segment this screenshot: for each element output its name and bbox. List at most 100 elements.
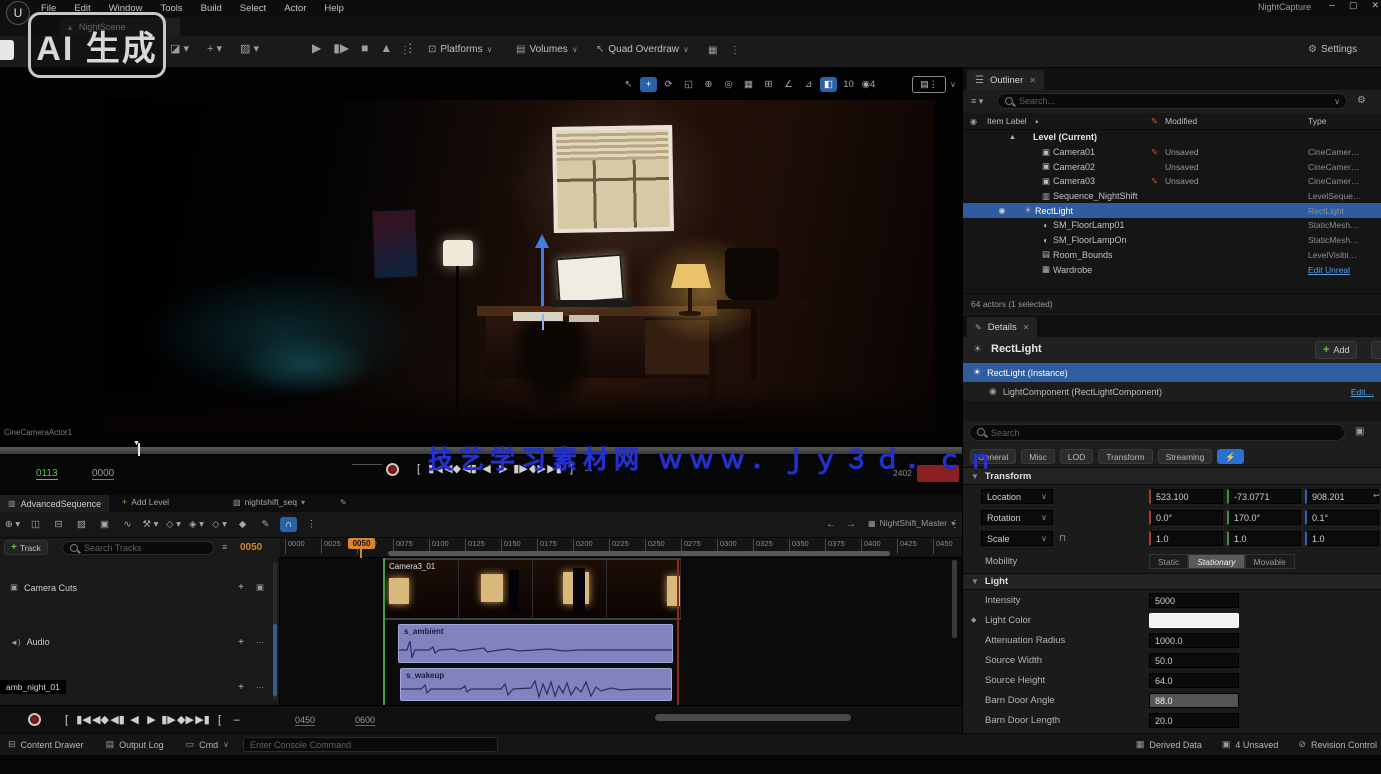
audio-clip-ambient[interactable]: s_ambient (398, 624, 673, 663)
world-space-toggle[interactable]: ⊕ (700, 77, 717, 92)
next-key-button[interactable]: ◆▶ (177, 710, 194, 730)
settings-dropdown[interactable]: ⚙ Settings (1308, 44, 1357, 55)
toolbar-kebab-1[interactable]: ⋮ (400, 45, 410, 56)
viewport[interactable]: ↖+⟳◱⊕◎▦⊞∠⊿◧10◉4 ▤⋮ ∨ (0, 68, 962, 495)
outliner-row-camera01[interactable]: ▣ Camera01 ✎ Unsaved CineCamer… (963, 145, 1381, 160)
rotation-snap-toggle[interactable]: ∠ (780, 77, 797, 92)
set-start-bracket[interactable]: [ (410, 459, 427, 479)
timeline-range-bar[interactable] (388, 551, 890, 556)
add-component-button[interactable]: + Add (1315, 341, 1357, 359)
rotation-dropdown[interactable]: Rotation∨ (981, 510, 1053, 525)
outliner-close-icon[interactable]: ✕ (1029, 76, 1036, 85)
actor-type-cell[interactable]: CineCamer… (1308, 176, 1380, 186)
key-all-button[interactable]: ◆ (234, 517, 251, 532)
layout-grid-button[interactable]: ▦ (708, 45, 717, 56)
scale-z-field[interactable]: 1.0 (1305, 531, 1379, 546)
rotation-size-button[interactable]: ⊿ (800, 77, 817, 92)
actor-type-cell[interactable]: Edit Unreal (1308, 265, 1380, 275)
component-child-row[interactable]: ◉ LightComponent (RectLightComponent) Ed… (963, 382, 1381, 401)
rotate-tool[interactable]: ⟳ (660, 77, 677, 92)
sequence-asset-dropdown[interactable]: ▨ nightshift_seq ▾ (233, 497, 305, 507)
outliner-search-input[interactable]: Search... ∨ (997, 93, 1347, 109)
keying-options-dropdown[interactable]: ◈ ▾ (188, 517, 205, 532)
mobility-movable[interactable]: Movable (1245, 554, 1295, 569)
minimize-button[interactable]: – (1329, 0, 1335, 11)
gizmo-arrowhead[interactable] (535, 234, 549, 248)
location-z-field[interactable]: 908.201 (1305, 489, 1379, 504)
eject-button[interactable]: ▲ (380, 41, 392, 55)
save-sequence-button[interactable]: ◫ (27, 517, 44, 532)
track-row-audio[interactable]: ◄) Audio + ⋯ (10, 637, 272, 647)
track-filter-icon[interactable]: ≡ (222, 542, 227, 552)
playhead-line[interactable] (360, 549, 362, 558)
play-forward-button[interactable]: ▶ (143, 710, 160, 730)
cinematics-dropdown[interactable]: ▨ ▾ (240, 42, 259, 55)
component-root-row[interactable]: ☀ RectLight (Instance) (963, 363, 1381, 382)
outliner-row-floorlamp01[interactable]: ◐ SM_FloorLamp01 StaticMesh… (963, 218, 1381, 233)
world-options-dropdown[interactable]: ⊕ ▾ (4, 517, 21, 532)
nav-forward-icon[interactable]: → (846, 519, 856, 530)
revision-control-button[interactable]: ⊘ Revision Control (1298, 739, 1377, 750)
track-row-audio-sfx[interactable]: amb_night_01 + ⋯ (0, 680, 272, 694)
actor-type-cell[interactable]: RectLight (1308, 206, 1380, 216)
modified-column[interactable]: Modified (1165, 116, 1197, 126)
track-search-input[interactable]: Search Tracks (62, 541, 214, 555)
actor-type-cell[interactable]: LevelSeque… (1308, 191, 1380, 201)
reset-location-icon[interactable]: ↩ (1373, 491, 1380, 500)
light-section-header[interactable]: ▼ Light (963, 573, 1381, 590)
details-close-icon[interactable]: ✕ (1023, 323, 1030, 332)
actor-type-cell[interactable]: StaticMesh… (1308, 220, 1380, 230)
viewport-options-button[interactable]: ▤⋮ (912, 76, 946, 93)
edit-options-button[interactable]: ✎ (257, 517, 274, 532)
outliner-settings-icon[interactable]: ⚙ (1357, 95, 1366, 106)
outliner-row-sequence[interactable]: ▥ Sequence_NightShift LevelSeque… (963, 189, 1381, 204)
frame-skip-button[interactable]: ▮▶ (333, 41, 349, 55)
details-options-button[interactable] (1371, 341, 1381, 359)
nav-back-icon[interactable]: ← (826, 519, 836, 530)
audio-options-icon[interactable]: ⋯ (256, 638, 264, 647)
track-row-camera-cuts[interactable]: ▣ Camera Cuts + ▣ (10, 582, 272, 593)
outliner-row-camera03[interactable]: ▣ Camera03 ✎ Unsaved CineCamer… (963, 174, 1381, 189)
outliner-row-floorlampon[interactable]: ◐ SM_FloorLampOn StaticMesh… (963, 233, 1381, 248)
record-button[interactable] (386, 463, 399, 476)
rename-pencil-icon[interactable]: ✎ (340, 498, 347, 507)
intensity-field[interactable]: 5000 (1149, 593, 1239, 608)
go-to-start-button[interactable]: ▮◀ (75, 710, 92, 730)
timeline-vscrollbar[interactable] (952, 560, 957, 638)
save-icon[interactable] (0, 40, 14, 60)
outliner-row-camera02[interactable]: ▣ Camera02 Unsaved CineCamer… (963, 159, 1381, 174)
camera-cuts-clip[interactable]: Camera3_01 (385, 558, 681, 620)
derived-data-button[interactable]: ▦ Derived Data (1136, 739, 1202, 750)
quick-add-dropdown[interactable]: + ▾ (207, 42, 222, 55)
outliner-row-rectlight[interactable]: ◉ ☀ RectLight RectLight (963, 203, 1381, 218)
transform-section-header[interactable]: ▼ Transform (963, 467, 1381, 485)
cmd-dropdown[interactable]: ▭ Cmd ∨ (186, 739, 229, 750)
unsaved-button[interactable]: ▣ 4 Unsaved (1222, 739, 1279, 750)
menu-help[interactable]: Help (315, 1, 353, 16)
playhead-label[interactable]: 0050 (348, 538, 375, 549)
keyframe-diamond-icon[interactable]: ◆ (971, 616, 976, 624)
surface-snap-toggle[interactable]: ◎ (720, 77, 737, 92)
camera-lock-icon[interactable]: ▣ (256, 582, 264, 593)
content-drawer-button[interactable]: ⊟ Content Drawer (8, 739, 84, 750)
scale-size-button[interactable]: 10 (840, 77, 857, 92)
filter-chip-all[interactable]: ⚡ (1217, 449, 1244, 464)
scale-y-field[interactable]: 1.0 (1227, 531, 1301, 546)
sequencer-toolbar-kebab[interactable]: ⋮ (950, 519, 960, 530)
console-command-input[interactable]: Enter Console Command (243, 737, 498, 752)
scale-dropdown[interactable]: Scale∨ (981, 531, 1053, 546)
details-search-input[interactable]: Search (969, 424, 1345, 441)
timeline-area[interactable]: Camera3_01 s_ambient s_wakeup (280, 558, 962, 705)
add-audio-icon[interactable]: + (238, 637, 244, 648)
play-reverse-button[interactable]: ◀ (126, 710, 143, 730)
render-movie-button[interactable]: ▨ (73, 517, 90, 532)
type-column[interactable]: Type (1308, 116, 1326, 126)
rotation-z-field[interactable]: 0.1° (1305, 510, 1379, 525)
stop-button[interactable]: ■ (361, 41, 368, 55)
overdraw-dropdown[interactable]: ↖ Quad Overdraw∨ (596, 44, 689, 55)
add-camera-cut-icon[interactable]: + (238, 582, 244, 593)
actor-type-cell[interactable]: LevelVisibi… (1308, 250, 1380, 260)
item-label-column[interactable]: Item Label (987, 116, 1027, 126)
prev-key-button[interactable]: ◀◆ (92, 710, 109, 730)
menu-select[interactable]: Select (231, 1, 275, 16)
